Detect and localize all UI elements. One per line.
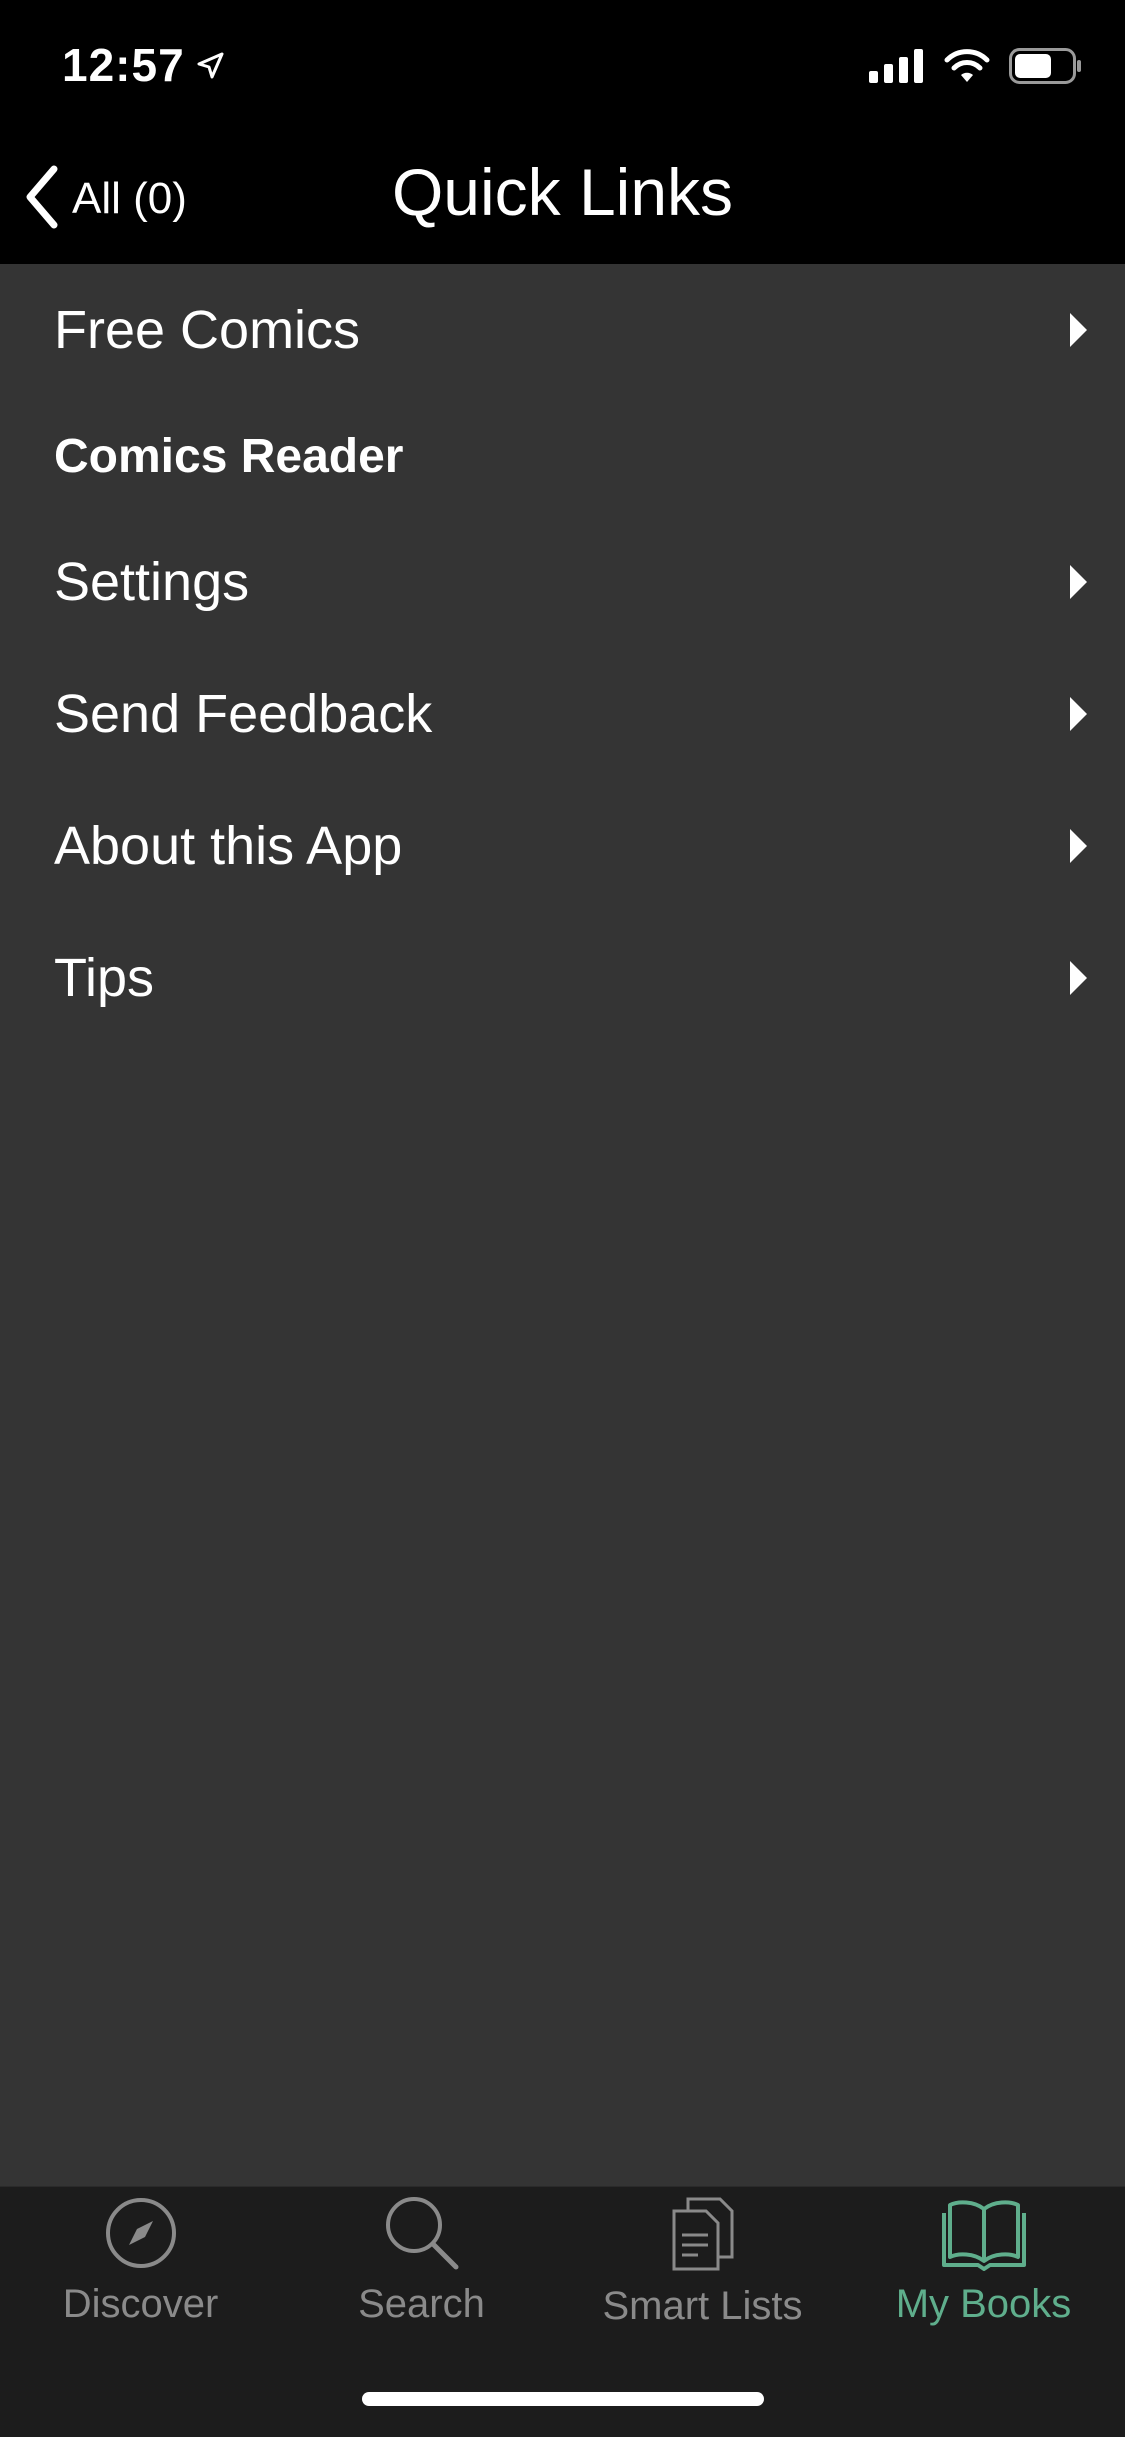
tab-label: Discover — [62, 2282, 219, 2326]
open-book-icon — [941, 2195, 1026, 2276]
navigation-bar: All (0) Quick Links — [0, 132, 1125, 264]
disclosure-triangle-icon — [1070, 565, 1087, 599]
quick-links-menu: Free Comics Comics Reader Settings Send … — [0, 264, 1125, 1044]
disclosure-triangle-icon — [1070, 961, 1087, 995]
section-header-comics-reader: Comics Reader — [0, 396, 1125, 516]
documents-icon — [668, 2195, 738, 2278]
status-time: 12:57 — [62, 38, 225, 92]
tab-smart-lists[interactable]: Smart Lists — [562, 2195, 843, 2355]
menu-item-label: Free Comics — [54, 300, 361, 360]
disclosure-triangle-icon — [1070, 829, 1087, 863]
wifi-icon — [943, 48, 991, 89]
compass-icon — [103, 2195, 179, 2276]
status-bar: 12:57 — [0, 0, 1125, 132]
battery-icon — [1009, 48, 1083, 89]
location-arrow-icon — [195, 38, 225, 92]
menu-item-send-feedback[interactable]: Send Feedback — [0, 648, 1125, 780]
clock-text: 12:57 — [62, 39, 185, 91]
magnifier-icon — [382, 2195, 462, 2276]
page-title: Quick Links — [391, 155, 734, 229]
menu-item-settings[interactable]: Settings — [0, 516, 1125, 648]
menu-item-label: Tips — [54, 948, 155, 1008]
disclosure-triangle-icon — [1070, 313, 1087, 347]
menu-item-tips[interactable]: Tips — [0, 912, 1125, 1044]
tab-label: Search — [358, 2282, 485, 2326]
menu-item-about-this-app[interactable]: About this App — [0, 780, 1125, 912]
tab-label: Smart Lists — [602, 2284, 803, 2328]
menu-item-free-comics[interactable]: Free Comics — [0, 264, 1125, 396]
menu-item-label: Settings — [54, 552, 250, 612]
menu-item-label: Send Feedback — [54, 684, 433, 744]
tab-label: My Books — [895, 2282, 1072, 2326]
cellular-signal-icon — [869, 49, 925, 88]
tab-search[interactable]: Search — [281, 2195, 562, 2355]
disclosure-triangle-icon — [1070, 697, 1087, 731]
tab-my-books[interactable]: My Books — [843, 2195, 1124, 2355]
tab-discover[interactable]: Discover — [0, 2195, 281, 2355]
menu-item-label: About this App — [54, 816, 403, 876]
home-indicator[interactable] — [362, 2392, 764, 2406]
section-header-label: Comics Reader — [54, 429, 404, 483]
